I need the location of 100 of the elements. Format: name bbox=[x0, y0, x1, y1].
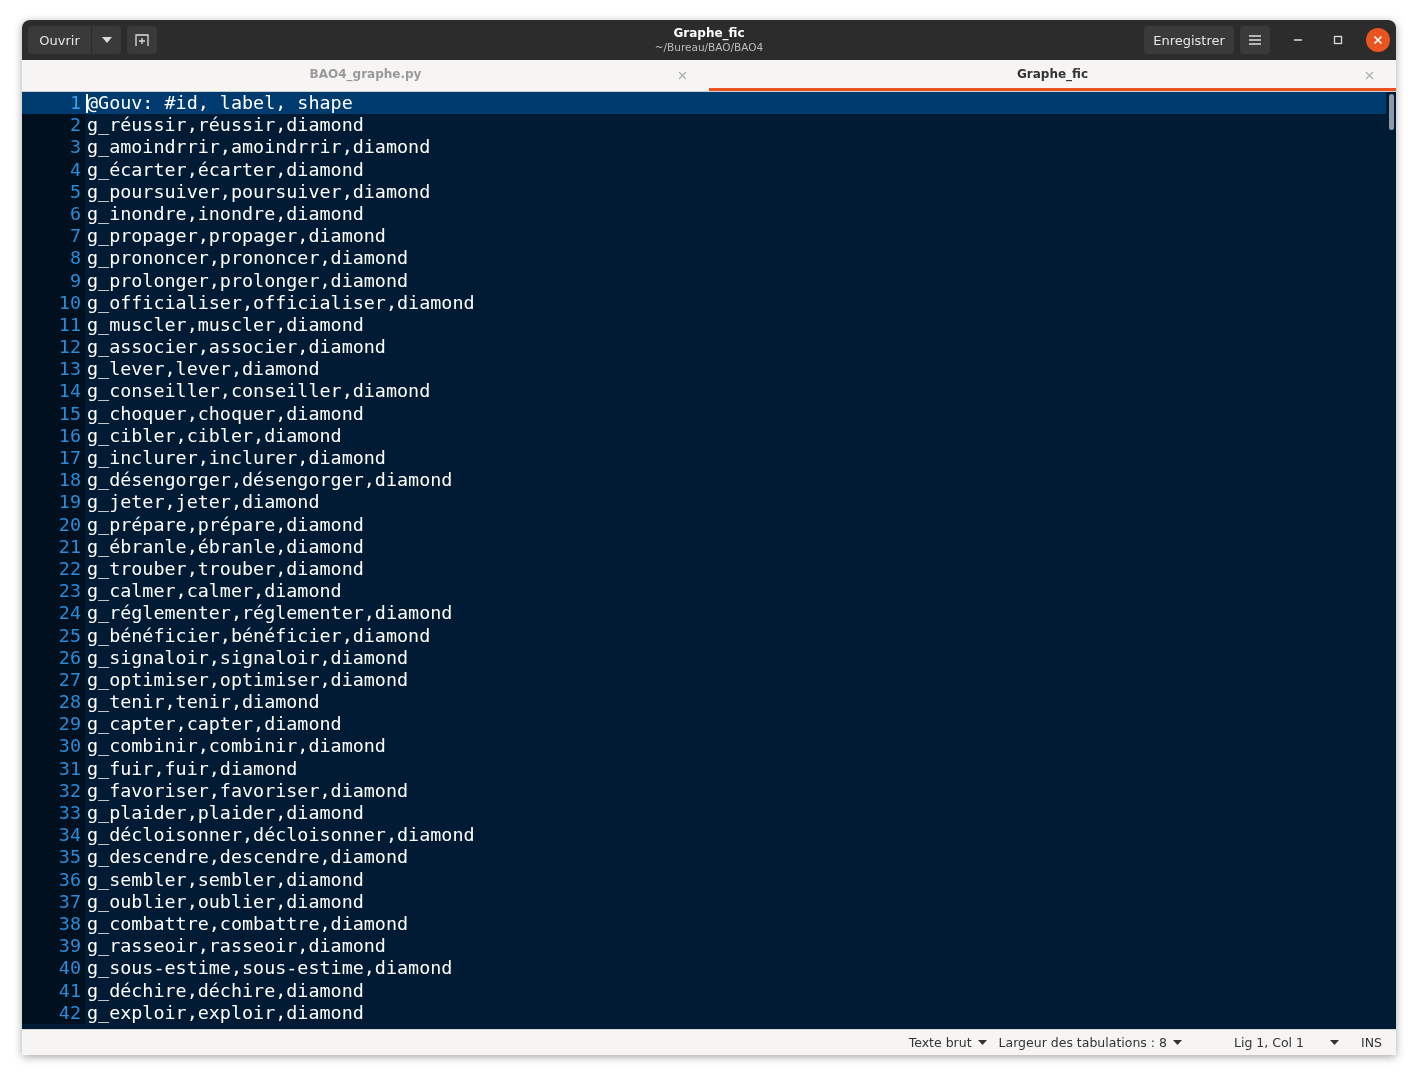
line-number: 2 bbox=[22, 114, 85, 137]
code-line: g_combattre,combattre,diamond bbox=[87, 912, 409, 936]
insert-mode: INS bbox=[1361, 1035, 1382, 1050]
code-line: g_jeter,jeter,diamond bbox=[87, 491, 320, 514]
code-line: g_prolonger,prolonger,diamond bbox=[87, 269, 409, 292]
code-line: g_oublier,oublier,diamond bbox=[87, 890, 364, 913]
tab-width-selector[interactable]: Largeur des tabulations : 8 bbox=[992, 1035, 1188, 1050]
code-line: g_écarter,écarter,diamond bbox=[87, 158, 364, 181]
code-line: g_prononcer,prononcer,diamond bbox=[87, 247, 409, 270]
line-number: 8 bbox=[22, 247, 85, 270]
line-number: 26 bbox=[22, 646, 85, 669]
line-number: 39 bbox=[22, 935, 85, 958]
line-number: 19 bbox=[22, 491, 85, 514]
open-menu-button[interactable] bbox=[91, 26, 121, 54]
line-number: 15 bbox=[22, 402, 85, 425]
caret-icon bbox=[101, 37, 112, 43]
code-line: g_ébranle,ébranle,diamond bbox=[87, 535, 364, 558]
line-number: 16 bbox=[22, 424, 85, 447]
code-line: g_lever,lever,diamond bbox=[87, 358, 320, 381]
code-line: g_choquer,choquer,diamond bbox=[87, 402, 364, 425]
caret-icon bbox=[977, 1040, 987, 1045]
code-line: g_décloisonner,décloisonner,diamond bbox=[87, 824, 475, 847]
line-number: 5 bbox=[22, 180, 85, 203]
code-line: g_favoriser,favoriser,diamond bbox=[87, 779, 409, 802]
line-number: 24 bbox=[22, 602, 85, 625]
menu-icon bbox=[1249, 35, 1261, 45]
file-path: ~/Bureau/BAO/BAO4 bbox=[654, 41, 764, 53]
code-line: g_rasseoir,rasseoir,diamond bbox=[87, 935, 386, 958]
line-number: 38 bbox=[22, 912, 85, 936]
code-line: g_inondre,inondre,diamond bbox=[87, 202, 364, 226]
line-number: 12 bbox=[22, 336, 85, 359]
line-number: 23 bbox=[22, 580, 85, 603]
line-number: 9 bbox=[22, 269, 85, 292]
code-line: g_officialiser,officialiser,diamond bbox=[87, 291, 475, 314]
new-tab-button[interactable] bbox=[127, 26, 157, 54]
code-line: g_optimiser,optimiser,diamond bbox=[87, 668, 409, 692]
line-number: 4 bbox=[22, 158, 85, 181]
code-line: g_descendre,descendre,diamond bbox=[87, 846, 409, 869]
line-number: 42 bbox=[22, 1001, 85, 1024]
line-number: 29 bbox=[22, 713, 85, 736]
line-number: 7 bbox=[22, 225, 85, 248]
line-number: 40 bbox=[22, 957, 85, 980]
code-line: g_exploir,exploir,diamond bbox=[87, 1001, 364, 1024]
code-line: g_trouber,trouber,diamond bbox=[87, 557, 364, 581]
caret-icon bbox=[1173, 1040, 1182, 1045]
line-number: 6 bbox=[22, 202, 85, 226]
line-number: 14 bbox=[22, 380, 85, 403]
line-number: 34 bbox=[22, 824, 85, 847]
code-line: g_déchire,déchire,diamond bbox=[87, 979, 364, 1002]
cursor-position: Lig 1, Col 1 bbox=[1234, 1035, 1304, 1050]
line-number: 41 bbox=[22, 979, 85, 1002]
code-line: @Gouv: #id, label, shape bbox=[87, 92, 353, 115]
line-number: 27 bbox=[22, 668, 85, 692]
line-number: 17 bbox=[22, 447, 85, 470]
line-number: 13 bbox=[22, 358, 85, 381]
code-line: g_cibler,cibler,diamond bbox=[87, 424, 342, 447]
code-line: g_conseiller,conseiller,diamond bbox=[87, 380, 431, 403]
code-line: g_muscler,muscler,diamond bbox=[87, 313, 364, 337]
code-line: g_sous-estime,sous-estime,diamond bbox=[87, 957, 453, 980]
code-line: g_réglementer,réglementer,diamond bbox=[87, 602, 453, 625]
line-number: 28 bbox=[22, 691, 85, 714]
line-number: 18 bbox=[22, 469, 85, 492]
code-line: g_inclurer,inclurer,diamond bbox=[87, 447, 386, 470]
code-line: g_capter,capter,diamond bbox=[87, 713, 342, 736]
line-number: 37 bbox=[22, 890, 85, 913]
caret-icon bbox=[1330, 1040, 1339, 1045]
line-number: 25 bbox=[22, 624, 85, 647]
code-line: g_signaloir,signaloir,diamond bbox=[87, 646, 409, 669]
code-line: g_combinir,combinir,diamond bbox=[87, 735, 386, 758]
line-number: 32 bbox=[22, 779, 85, 802]
line-number: 10 bbox=[22, 291, 85, 314]
maximize-icon bbox=[1333, 35, 1343, 45]
menu-button[interactable] bbox=[1240, 26, 1270, 54]
code-line: g_propager,propager,diamond bbox=[87, 225, 386, 248]
code-line: g_calmer,calmer,diamond bbox=[87, 580, 342, 603]
text-cursor bbox=[86, 94, 88, 113]
line-number: 11 bbox=[22, 313, 85, 337]
line-number: 36 bbox=[22, 868, 85, 891]
minimize-icon bbox=[1294, 39, 1302, 41]
code-line: g_plaider,plaider,diamond bbox=[87, 802, 364, 825]
close-button[interactable] bbox=[1366, 28, 1390, 52]
line-number: 30 bbox=[22, 735, 85, 758]
code-line: g_bénéficier,bénéficier,diamond bbox=[87, 624, 431, 647]
code-line: g_tenir,tenir,diamond bbox=[87, 691, 320, 714]
code-line: g_prépare,prépare,diamond bbox=[87, 513, 364, 536]
code-line: g_sembler,sembler,diamond bbox=[87, 868, 364, 891]
save-button[interactable]: Enregistrer bbox=[1144, 26, 1234, 54]
code-line: g_réussir,réussir,diamond bbox=[87, 114, 364, 137]
line-number: 35 bbox=[22, 846, 85, 869]
scrollbar-thumb[interactable] bbox=[1389, 94, 1394, 130]
line-number: 3 bbox=[22, 136, 85, 159]
line-number: 22 bbox=[22, 557, 85, 581]
open-button[interactable]: Ouvrir bbox=[28, 26, 91, 54]
language-selector[interactable]: Texte brut bbox=[902, 1035, 993, 1050]
code-line: g_poursuiver,poursuiver,diamond bbox=[87, 180, 431, 203]
line-number: 33 bbox=[22, 802, 85, 825]
window-title: Graphe_fic bbox=[673, 26, 745, 40]
code-line: g_associer,associer,diamond bbox=[87, 336, 386, 359]
line-number: 20 bbox=[22, 513, 85, 536]
close-icon bbox=[1373, 35, 1383, 45]
